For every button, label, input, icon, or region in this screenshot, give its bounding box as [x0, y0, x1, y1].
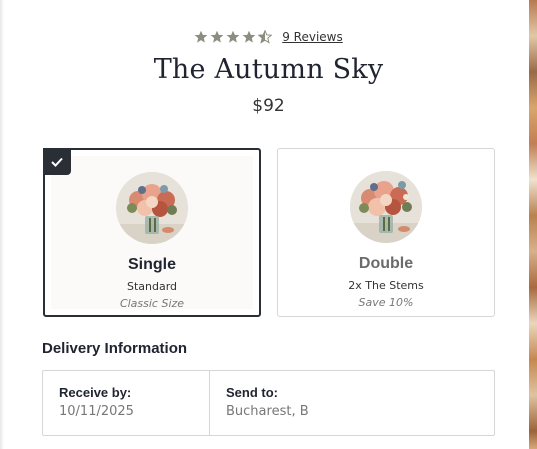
checkmark-icon [51, 157, 63, 167]
star-rating [194, 30, 273, 44]
receive-by-field[interactable]: Receive by: 10/11/2025 [43, 371, 210, 435]
option-note: Classic Size [119, 297, 185, 310]
option-name: Double [358, 255, 414, 272]
delivery-heading: Delivery Information [42, 340, 188, 357]
option-subtitle: 2x The Stems [348, 279, 424, 292]
product-title: The Autumn Sky [153, 54, 384, 85]
star-icon [242, 30, 256, 43]
option-inner: Double 2x The Stems Save 10% [284, 155, 488, 310]
send-to-field[interactable]: Send to: Bucharest, B [210, 371, 494, 435]
size-option-single[interactable]: Single Standard Classic Size [43, 148, 261, 317]
receive-by-label: Receive by: [59, 385, 132, 400]
option-note: Save 10% [358, 296, 414, 309]
delivery-info-box: Receive by: 10/11/2025 Send to: Buchares… [42, 370, 495, 436]
star-icon [194, 30, 208, 43]
rating-row: 9 Reviews [0, 30, 537, 44]
product-price: $92 [252, 96, 285, 116]
send-to-label: Send to: [226, 385, 278, 400]
star-icon [226, 30, 240, 43]
selected-badge [43, 148, 71, 175]
star-icon [210, 30, 224, 43]
receive-by-value: 10/11/2025 [59, 404, 134, 419]
option-name: Single [127, 256, 176, 273]
option-subtitle: Standard [126, 280, 178, 293]
reviews-link[interactable]: 9 Reviews [282, 30, 343, 44]
size-option-double[interactable]: Double 2x The Stems Save 10% [277, 148, 495, 317]
bouquet-image [350, 171, 422, 243]
half-star-icon [258, 30, 273, 44]
option-inner: Single Standard Classic Size [51, 156, 253, 310]
bouquet-image [116, 172, 188, 244]
send-to-value: Bucharest, B [226, 404, 309, 419]
